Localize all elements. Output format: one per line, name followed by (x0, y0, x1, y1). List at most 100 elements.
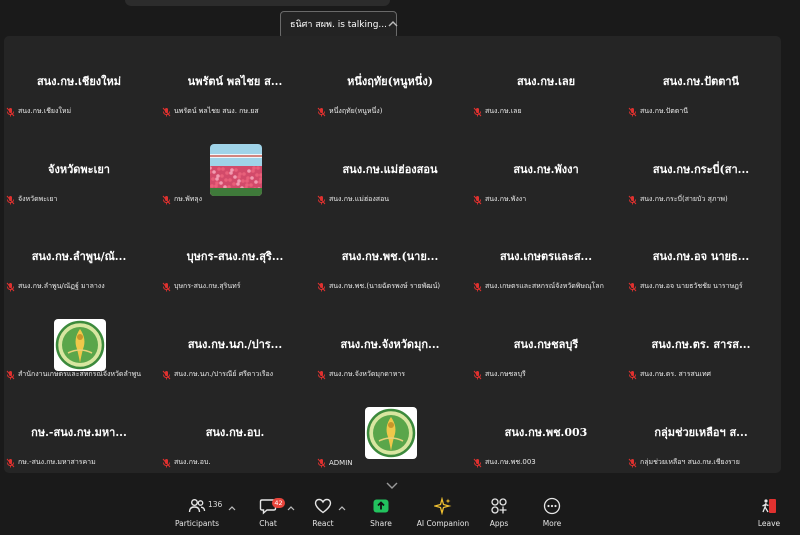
sparkle-icon (434, 497, 452, 515)
mic-muted-icon (473, 107, 482, 116)
participant-name-label: กลุ่มช่วยเหลือฯ สนง.กษ.เชียงราย (628, 456, 740, 469)
mic-muted-icon (6, 370, 15, 379)
participant-display-title: สนง.กษ.พช.(นาย... (341, 250, 439, 263)
participant-tile[interactable]: สนง.กษ.เชียงใหม่ สนง.กษ.เชียงใหม่ (4, 36, 154, 121)
participant-name-label: สนง.กษ.พช.003 (473, 456, 536, 469)
participant-tile[interactable]: สนง.กษ.กระบี่(สา... สนง.กษ.กระบี่(สายบัว … (626, 124, 776, 209)
shared-screen-pill[interactable] (125, 0, 390, 6)
participant-display-title: นพรัตน์ พลไชย ส... (187, 75, 283, 88)
participant-name-label: สนง.กษ.แม่ฮ่องสอน (317, 193, 389, 206)
participant-display-title: สนง.เกษตรและส... (499, 250, 593, 263)
participant-name-label: สนง.กษ.ปัตตานี (628, 105, 688, 118)
mic-muted-icon (473, 195, 482, 204)
participant-name: สนง.กษ.ปัตตานี (640, 107, 689, 115)
participant-name: สำนักงานเกษตรและสหกรณ์จังหวัดลำพูน (18, 370, 142, 378)
participant-display-title: จังหวัดพะเยา (48, 163, 110, 176)
mic-muted-icon (162, 458, 171, 467)
more-label: More (542, 519, 562, 528)
participant-name: กลุ่มช่วยเหลือฯ สนง.กษ.เชียงราย (640, 458, 740, 466)
participant-name-label: สนง.กษ.พช.(นายฉัตรพงษ์ รายพัฒน์) (317, 280, 440, 293)
participant-tile[interactable]: กษ.-สนง.กษ.มหา... กษ.-สนง.กษ.มหาสารคาม (4, 387, 154, 472)
chevron-down-icon[interactable] (384, 478, 400, 492)
apps-button[interactable]: Apps (471, 497, 527, 535)
participant-tile[interactable]: สนง.กษ.พช.(นาย... สนง.กษ.พช.(นายฉัตรพงษ์ … (315, 211, 465, 296)
mic-muted-icon (317, 458, 326, 467)
more-button[interactable]: More (524, 497, 580, 535)
participant-avatar-seal (54, 319, 106, 371)
participant-display-title: สนง.กษ.พช.003 (504, 426, 588, 439)
ai-companion-label: AI Companion (416, 519, 470, 528)
mic-muted-icon (473, 458, 482, 467)
mic-muted-icon (473, 370, 482, 379)
participant-display-title: กษ.-สนง.กษ.มหา... (31, 426, 127, 439)
participant-tile[interactable]: สนง.กษ.ลำพูน/ณั... สนง.กษ.ลำพูน/ณัฏฐ์ มาล… (4, 211, 154, 296)
participant-display-title: สนง.กษ.แม่ฮ่องสอน (342, 163, 438, 176)
participant-display-title: สนง.กษ.พังงา (513, 163, 579, 176)
participant-tile[interactable]: สำนักงานเกษตรและสหกรณ์จังหวัดลำพูน (4, 299, 154, 384)
participant-name-label: สนง.กษ.ลำพูน/ณัฏฐ์ มาลางง (6, 280, 105, 293)
participant-name-label: นพรัตน์ พลไชย สนง. กษ.ยส (162, 105, 259, 118)
chevron-up-icon[interactable] (385, 16, 401, 32)
participant-tile[interactable]: สนง.กษ.อจ นายธ... สนง.กษ.อจ นายธวัชชัย นา… (626, 211, 776, 296)
participant-tile[interactable]: กษ.พัทลุง (160, 124, 310, 209)
mic-muted-icon (162, 195, 171, 204)
participant-name-label: กษ.-สนง.กษ.มหาสารคาม (6, 456, 96, 469)
participant-tile[interactable]: สนง.กษ.เลย สนง.กษ.เลย (471, 36, 621, 121)
participant-name-label: สนง.กษ.เชียงใหม่ (6, 105, 71, 118)
mic-muted-icon (162, 107, 171, 116)
participant-tile[interactable]: สนง.กษ.พังงา สนง.กษ.พังงา (471, 124, 621, 209)
participant-name: สนง.กษ.กระบี่(สายบัว สุภาพ) (640, 195, 728, 203)
participant-tile[interactable]: หนึ่งฤทัย(หนูหนึ่ง) หนึ่งฤทัย(หนูหนึ่ง) (315, 36, 465, 121)
mic-muted-icon (473, 282, 482, 291)
leave-button[interactable]: Leave (741, 497, 797, 535)
participant-name-label: สนง.กษ.กระบี่(สายบัว สุภาพ) (628, 193, 728, 206)
participant-tile[interactable]: กลุ่มช่วยเหลือฯ ส... กลุ่มช่วยเหลือฯ สนง.… (626, 387, 776, 472)
participant-tile[interactable]: จังหวัดพะเยา จังหวัดพะเยา (4, 124, 154, 209)
mic-muted-icon (6, 282, 15, 291)
participant-tile[interactable]: สนง.กษ.นภ./ปาร... สนง.กษ.นภ./ปารณีย์ ศรีด… (160, 299, 310, 384)
participant-tile[interactable]: สนง.กษ.แม่ฮ่องสอน สนง.กษ.แม่ฮ่องสอน (315, 124, 465, 209)
participant-tile[interactable]: บุษกร-สนง.กษ.สุริ... บุษกร-สนง.กษ.สุรินทร… (160, 211, 310, 296)
participant-name-label: สนง.กษ.ตร. สารสนเทศ (628, 368, 711, 381)
share-screen-button[interactable]: Share (353, 497, 409, 535)
mic-muted-icon (317, 282, 326, 291)
share-screen-icon (373, 499, 389, 513)
participants-count: 136 (208, 500, 223, 509)
participant-name: สนง.กษ.จังหวัดมุกดาหาร (329, 370, 406, 378)
ai-companion-button[interactable]: AI Companion (414, 497, 472, 535)
participant-tile[interactable]: ADMIN (315, 387, 465, 472)
chat-options-caret-icon[interactable] (287, 505, 295, 511)
participant-display-title: สนง.กษ.ลำพูน/ณั... (31, 250, 127, 263)
react-options-caret-icon[interactable] (338, 505, 346, 511)
participant-tile[interactable]: นพรัตน์ พลไชย ส... นพรัตน์ พลไชย สนง. กษ.… (160, 36, 310, 121)
participant-display-title: สนง.กษ.จังหวัดมุก... (340, 338, 440, 351)
participant-display-title: สนง.กษชลบุรี (513, 338, 579, 351)
participant-name: สนง.กษ.แม่ฮ่องสอน (329, 195, 390, 203)
participant-display-title: สนง.กษ.นภ./ปาร... (187, 338, 283, 351)
participant-name-label: สนง.กษ.จังหวัดมุกดาหาร (317, 368, 405, 381)
participant-tile[interactable]: สนง.เกษตรและส... สนง.เกษตรและสหกรณ์จังหวั… (471, 211, 621, 296)
participant-display-title: กลุ่มช่วยเหลือฯ ส... (654, 426, 748, 439)
participant-name-label: สนง.กษ.นภ./ปารณีย์ ศรีดาวเรือง (162, 368, 273, 381)
participant-name: สนง.กษ.พช.003 (485, 458, 536, 466)
participant-name: สนง.กษ.นภ./ปารณีย์ ศรีดาวเรือง (174, 370, 274, 378)
mic-muted-icon (162, 370, 171, 379)
participant-tile[interactable]: สนง.กษ.ปัตตานี สนง.กษ.ปัตตานี (626, 36, 776, 121)
leave-icon (762, 499, 776, 513)
participant-display-title: สนง.กษ.อจ นายธ... (652, 250, 750, 263)
participant-tile[interactable]: สนง.กษ.อบ. สนง.กษ.อบ. (160, 387, 310, 472)
participant-display-title: สนง.กษ.เลย (516, 75, 576, 88)
participant-tile[interactable]: สนง.กษ.พช.003 สนง.กษ.พช.003 (471, 387, 621, 472)
participant-name: สนง.เกษตรและสหกรณ์จังหวัดพิษณุโลก (485, 282, 604, 290)
meeting-toolbar: Participants 136 Chat 42 React Share AI … (0, 495, 800, 535)
participant-tile[interactable]: สนง.กษชลบุรี สนง.กษชลบุรี (471, 299, 621, 384)
participant-name: สนง.กษ.ตร. สารสนเทศ (640, 370, 712, 378)
mic-muted-icon (6, 458, 15, 467)
participant-name-label: ADMIN (317, 456, 353, 469)
react-button[interactable]: React (295, 497, 351, 535)
mic-muted-icon (628, 282, 637, 291)
participant-tile[interactable]: สนง.กษ.ตร. สารส... สนง.กษ.ตร. สารสนเทศ (626, 299, 776, 384)
participants-options-caret-icon[interactable] (228, 505, 236, 511)
participant-tile[interactable]: สนง.กษ.จังหวัดมุก... สนง.กษ.จังหวัดมุกดาห… (315, 299, 465, 384)
chat-button[interactable]: Chat (240, 497, 296, 535)
